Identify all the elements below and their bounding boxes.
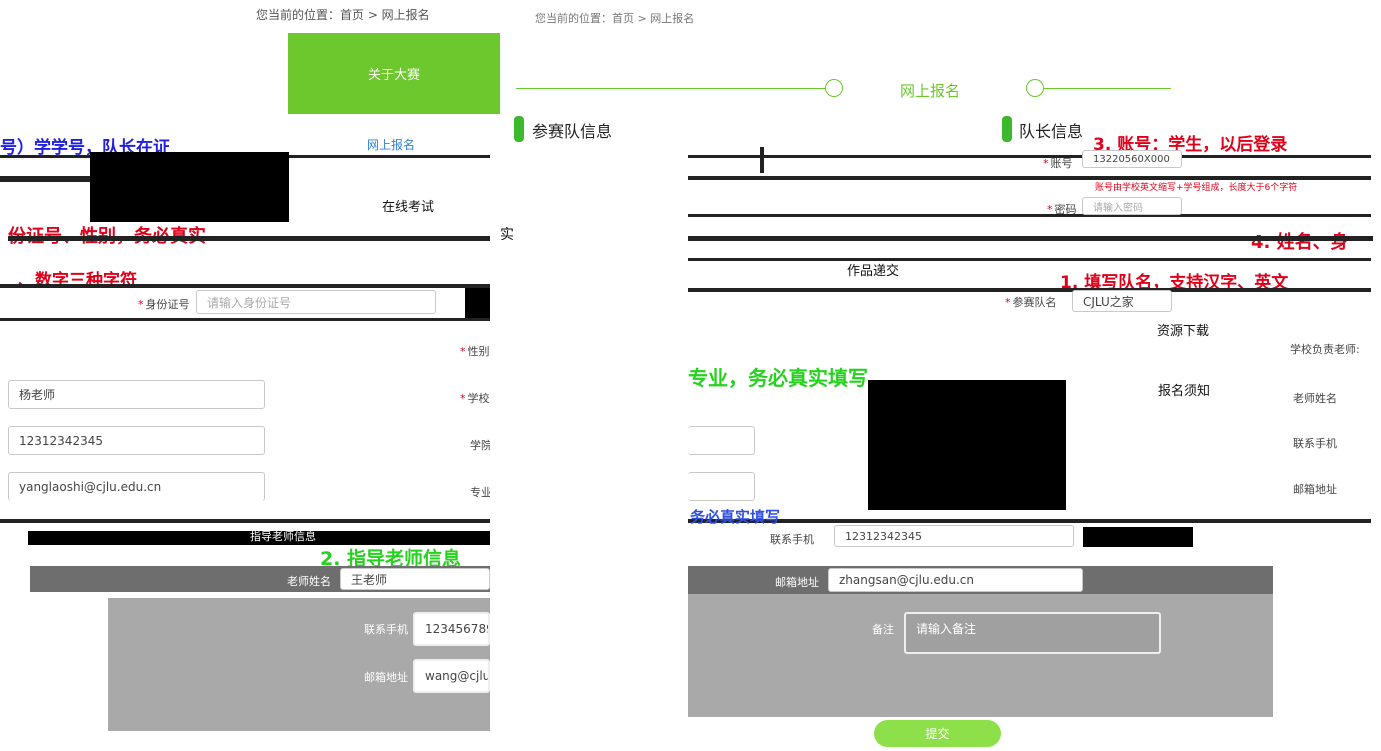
- step-current-label: 网上报名: [900, 82, 961, 100]
- captain-phone-label: 联系手机: [770, 533, 814, 546]
- advisor-phone-input[interactable]: 12345678990: [413, 612, 490, 646]
- divider: [688, 519, 1371, 523]
- sidebar-item-exam[interactable]: 在线考试: [382, 196, 434, 215]
- step-circle-icon: [825, 79, 843, 97]
- school-teacher-email-label: 邮箱地址: [1293, 483, 1337, 496]
- captain-phone-input[interactable]: 12312342345: [834, 525, 1074, 547]
- advisor-email-label: 邮箱地址: [364, 671, 408, 684]
- captain-email-label: 邮箱地址: [775, 576, 819, 589]
- captain-email-input[interactable]: zhangsan@cjlu.edu.cn: [828, 568, 1083, 592]
- divider: [0, 284, 490, 288]
- id-card-label: 身份证号: [138, 296, 190, 312]
- annotation-major: 专业，务必真实填写: [688, 366, 868, 390]
- account-hint: 账号由学校英文缩写+学号组成，长度大于6个字符: [1095, 183, 1298, 193]
- captain-section-title: 队长信息: [1019, 122, 1084, 141]
- divider: [8, 236, 1373, 241]
- advisor-heading: 指导老师信息: [250, 530, 316, 543]
- team-name-label: 参赛队名: [1005, 294, 1057, 310]
- about-contest-tab[interactable]: 关于大赛: [288, 33, 500, 114]
- divider: [688, 288, 1371, 292]
- breadcrumb: 您当前的位置：首页 > 网上报名: [256, 8, 430, 22]
- redaction-block: [465, 288, 490, 318]
- center-column: [490, 152, 688, 751]
- section-marker-icon: [1002, 116, 1012, 142]
- major-input[interactable]: [688, 472, 755, 501]
- password-input[interactable]: 请输入密码: [1082, 197, 1182, 215]
- team-section-title: 参赛队信息: [532, 122, 613, 141]
- annotation-fill: 务必真实填写: [690, 508, 781, 526]
- redaction-block: [90, 152, 289, 222]
- id-card-input[interactable]: 请输入身份证号: [196, 290, 436, 314]
- advisor-name-input[interactable]: 王老师: [340, 568, 490, 590]
- school-teacher-heading: 学校负责老师:: [1290, 343, 1360, 356]
- school-teacher-phone-label: 联系手机: [1293, 437, 1337, 450]
- advisor-email-input[interactable]: wang@cjlu.edu.cn: [413, 659, 490, 693]
- school-label: 学校: [460, 390, 490, 406]
- exam-char: 实: [500, 227, 514, 243]
- annotation-id: 份证号、性别，务必真实: [8, 222, 206, 248]
- divider: [760, 147, 764, 173]
- divider: [688, 155, 1371, 158]
- about-contest-label: 关于大赛: [367, 68, 420, 83]
- college-input[interactable]: [688, 426, 755, 455]
- divider: [688, 258, 1371, 261]
- school-teacher-name-label: 老师姓名: [1293, 392, 1337, 405]
- step-line-right: [1043, 88, 1171, 89]
- divider: [0, 318, 490, 321]
- submit-label: 提交: [925, 727, 950, 741]
- account-label: 账号: [1043, 155, 1073, 171]
- remarks-label: 备注: [872, 623, 894, 636]
- password-label: 密码: [1047, 201, 1077, 217]
- section-marker-icon: [514, 116, 524, 142]
- redaction-block: [1083, 527, 1193, 547]
- divider: [0, 176, 90, 182]
- advisor-phone-label: 联系手机: [364, 623, 408, 636]
- major-label: 专业: [470, 486, 492, 499]
- school-teacher-email-input[interactable]: yanglaoshi@cjlu.edu.cn: [8, 472, 265, 501]
- submit-button[interactable]: 提交: [874, 720, 1001, 747]
- account-input[interactable]: 13220560X000: [1082, 150, 1182, 168]
- gender-label: 性别: [460, 343, 490, 359]
- step-circle-icon: [1026, 79, 1044, 97]
- divider: [688, 214, 1371, 217]
- remarks-textarea[interactable]: 请输入备注: [904, 612, 1161, 654]
- annotation-name: 4. 姓名、身: [1251, 232, 1349, 253]
- step-line-left: [516, 88, 826, 89]
- breadcrumb-ghost: 您当前的位置：首页 > 网上报名: [535, 12, 695, 25]
- sidebar-item-register[interactable]: 网上报名: [367, 136, 415, 153]
- school-teacher-phone-input[interactable]: 12312342345: [8, 426, 265, 455]
- college-label: 学院: [470, 439, 492, 452]
- sidebar-item-notice[interactable]: 报名须知: [1158, 380, 1210, 399]
- sidebar-item-resources[interactable]: 资源下载: [1157, 320, 1209, 339]
- advisor-name-label: 老师姓名: [287, 575, 331, 588]
- team-name-input[interactable]: CJLU之家: [1072, 290, 1172, 312]
- divider: [0, 519, 490, 523]
- school-teacher-name-input[interactable]: 杨老师: [8, 380, 265, 409]
- sidebar-item-submit-work[interactable]: 作品递交: [847, 260, 899, 279]
- redaction-block: [868, 380, 1066, 510]
